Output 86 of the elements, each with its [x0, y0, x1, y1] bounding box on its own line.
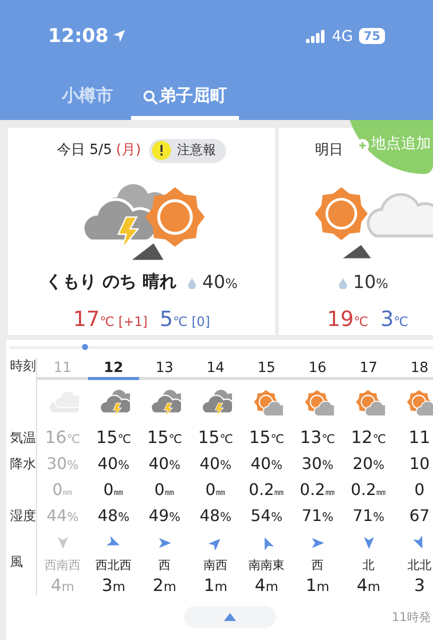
- hour-tab[interactable]: 18: [394, 358, 433, 380]
- wind-speed: 2m: [152, 575, 176, 596]
- wind-speed: 4m: [254, 575, 278, 596]
- humidity: 71%: [302, 505, 334, 527]
- day-card[interactable]: 今日 5/5 (月) 注意報 くもり のち 晴れ 40% 17℃ [+1] 5℃ [0]: [8, 128, 275, 335]
- battery-indicator: 75: [359, 28, 385, 44]
- humidity: 71%: [352, 505, 384, 527]
- wind-direction: 西: [158, 557, 170, 574]
- low-temp-diff: [0]: [192, 314, 210, 332]
- rainfall: 0.2㎜: [300, 479, 336, 501]
- hour-tab[interactable]: 13: [139, 358, 190, 380]
- row-label: 風: [10, 554, 23, 572]
- precip-chance: 40%: [200, 453, 232, 475]
- row-label: 湿度: [10, 508, 36, 526]
- alert-badge[interactable]: 注意報: [148, 138, 226, 163]
- humidity: 49%: [148, 505, 180, 527]
- weather-summary: くもり のち 晴れ: [45, 271, 176, 294]
- weekday: (月): [116, 141, 141, 160]
- temperature: 12℃: [350, 427, 386, 450]
- rainfall: 0㎜: [154, 479, 175, 501]
- status-time: 12:08: [48, 24, 108, 49]
- precip-chance: 40%: [250, 453, 282, 475]
- raindrop-icon: [188, 276, 196, 289]
- temperature: 15℃: [198, 427, 234, 450]
- row-label: 時刻: [10, 358, 36, 376]
- wind-speed: 3m: [102, 575, 126, 596]
- low-temp: 5℃: [160, 306, 188, 332]
- location-arrow-icon: [112, 29, 126, 43]
- row-label: 気温: [10, 430, 36, 448]
- wind-direction: 西南西: [44, 557, 80, 574]
- wind-direction: 西北西: [96, 557, 132, 574]
- rainfall: 0.2㎜: [350, 479, 386, 501]
- wind-speed: 4m: [356, 575, 380, 596]
- temperature: 16℃: [44, 427, 80, 450]
- temperature: 11: [408, 427, 430, 450]
- wind-direction: 南西: [204, 557, 228, 574]
- hour-tab[interactable]: 15: [241, 358, 292, 380]
- collapse-button[interactable]: [184, 606, 276, 628]
- precip-chance: 30%: [302, 453, 334, 475]
- hour-tab[interactable]: 14: [190, 358, 241, 380]
- temperature: 13℃: [300, 427, 336, 450]
- wind-direction: 南南東: [248, 557, 284, 574]
- hour-tab[interactable]: 16: [292, 358, 343, 380]
- precip-chance: 40%: [148, 453, 180, 475]
- wind-direction: 北: [362, 557, 374, 574]
- precip-chance: 30%: [46, 453, 78, 475]
- wind-speed: 3: [414, 575, 425, 596]
- precip-chance: 20%: [352, 453, 384, 475]
- rainfall: 0: [414, 479, 425, 501]
- hour-tab[interactable]: 17: [343, 358, 394, 380]
- high-temp-diff: [+1]: [118, 314, 148, 332]
- temperature: 15℃: [96, 427, 132, 450]
- network-type: 4G: [332, 26, 353, 47]
- rainfall: 0㎜: [52, 479, 73, 501]
- plus-icon: [356, 139, 369, 152]
- wind-direction: 西: [312, 557, 324, 574]
- signal-icon: [306, 30, 326, 42]
- precip-chance: 10: [409, 453, 430, 475]
- wind-speed: 4m: [50, 575, 74, 596]
- temperature: 15℃: [248, 427, 284, 450]
- raindrop-icon: [339, 276, 347, 289]
- row-label: 降水: [10, 456, 36, 474]
- low-temp: 3℃: [380, 306, 408, 332]
- humidity: 48%: [200, 505, 232, 527]
- temperature: 15℃: [146, 427, 182, 450]
- rainfall: 0㎜: [205, 479, 226, 501]
- day-label: 今日 5/5: [57, 141, 112, 160]
- exclamation-icon: [152, 141, 171, 160]
- wind-direction: 北北: [408, 557, 432, 574]
- high-temp: 19℃: [327, 306, 368, 332]
- precip-chance: 10%: [353, 271, 388, 296]
- day-label: 明日: [315, 141, 343, 160]
- issued-time: 11時発: [392, 609, 431, 626]
- high-temp: 17℃: [72, 306, 114, 332]
- up-triangle-icon: [224, 613, 236, 621]
- rainfall: 0.2㎜: [248, 479, 284, 501]
- wind-speed: 1m: [204, 575, 228, 596]
- hour-tab[interactable]: 12: [88, 358, 139, 380]
- humidity: 67: [409, 505, 430, 527]
- humidity: 54%: [250, 505, 282, 527]
- humidity: 48%: [98, 505, 130, 527]
- rainfall: 0㎜: [103, 479, 124, 501]
- precip-chance: 40%: [202, 271, 238, 296]
- humidity: 44%: [46, 505, 78, 527]
- wind-speed: 1m: [306, 575, 330, 596]
- precip-chance: 40%: [98, 453, 130, 475]
